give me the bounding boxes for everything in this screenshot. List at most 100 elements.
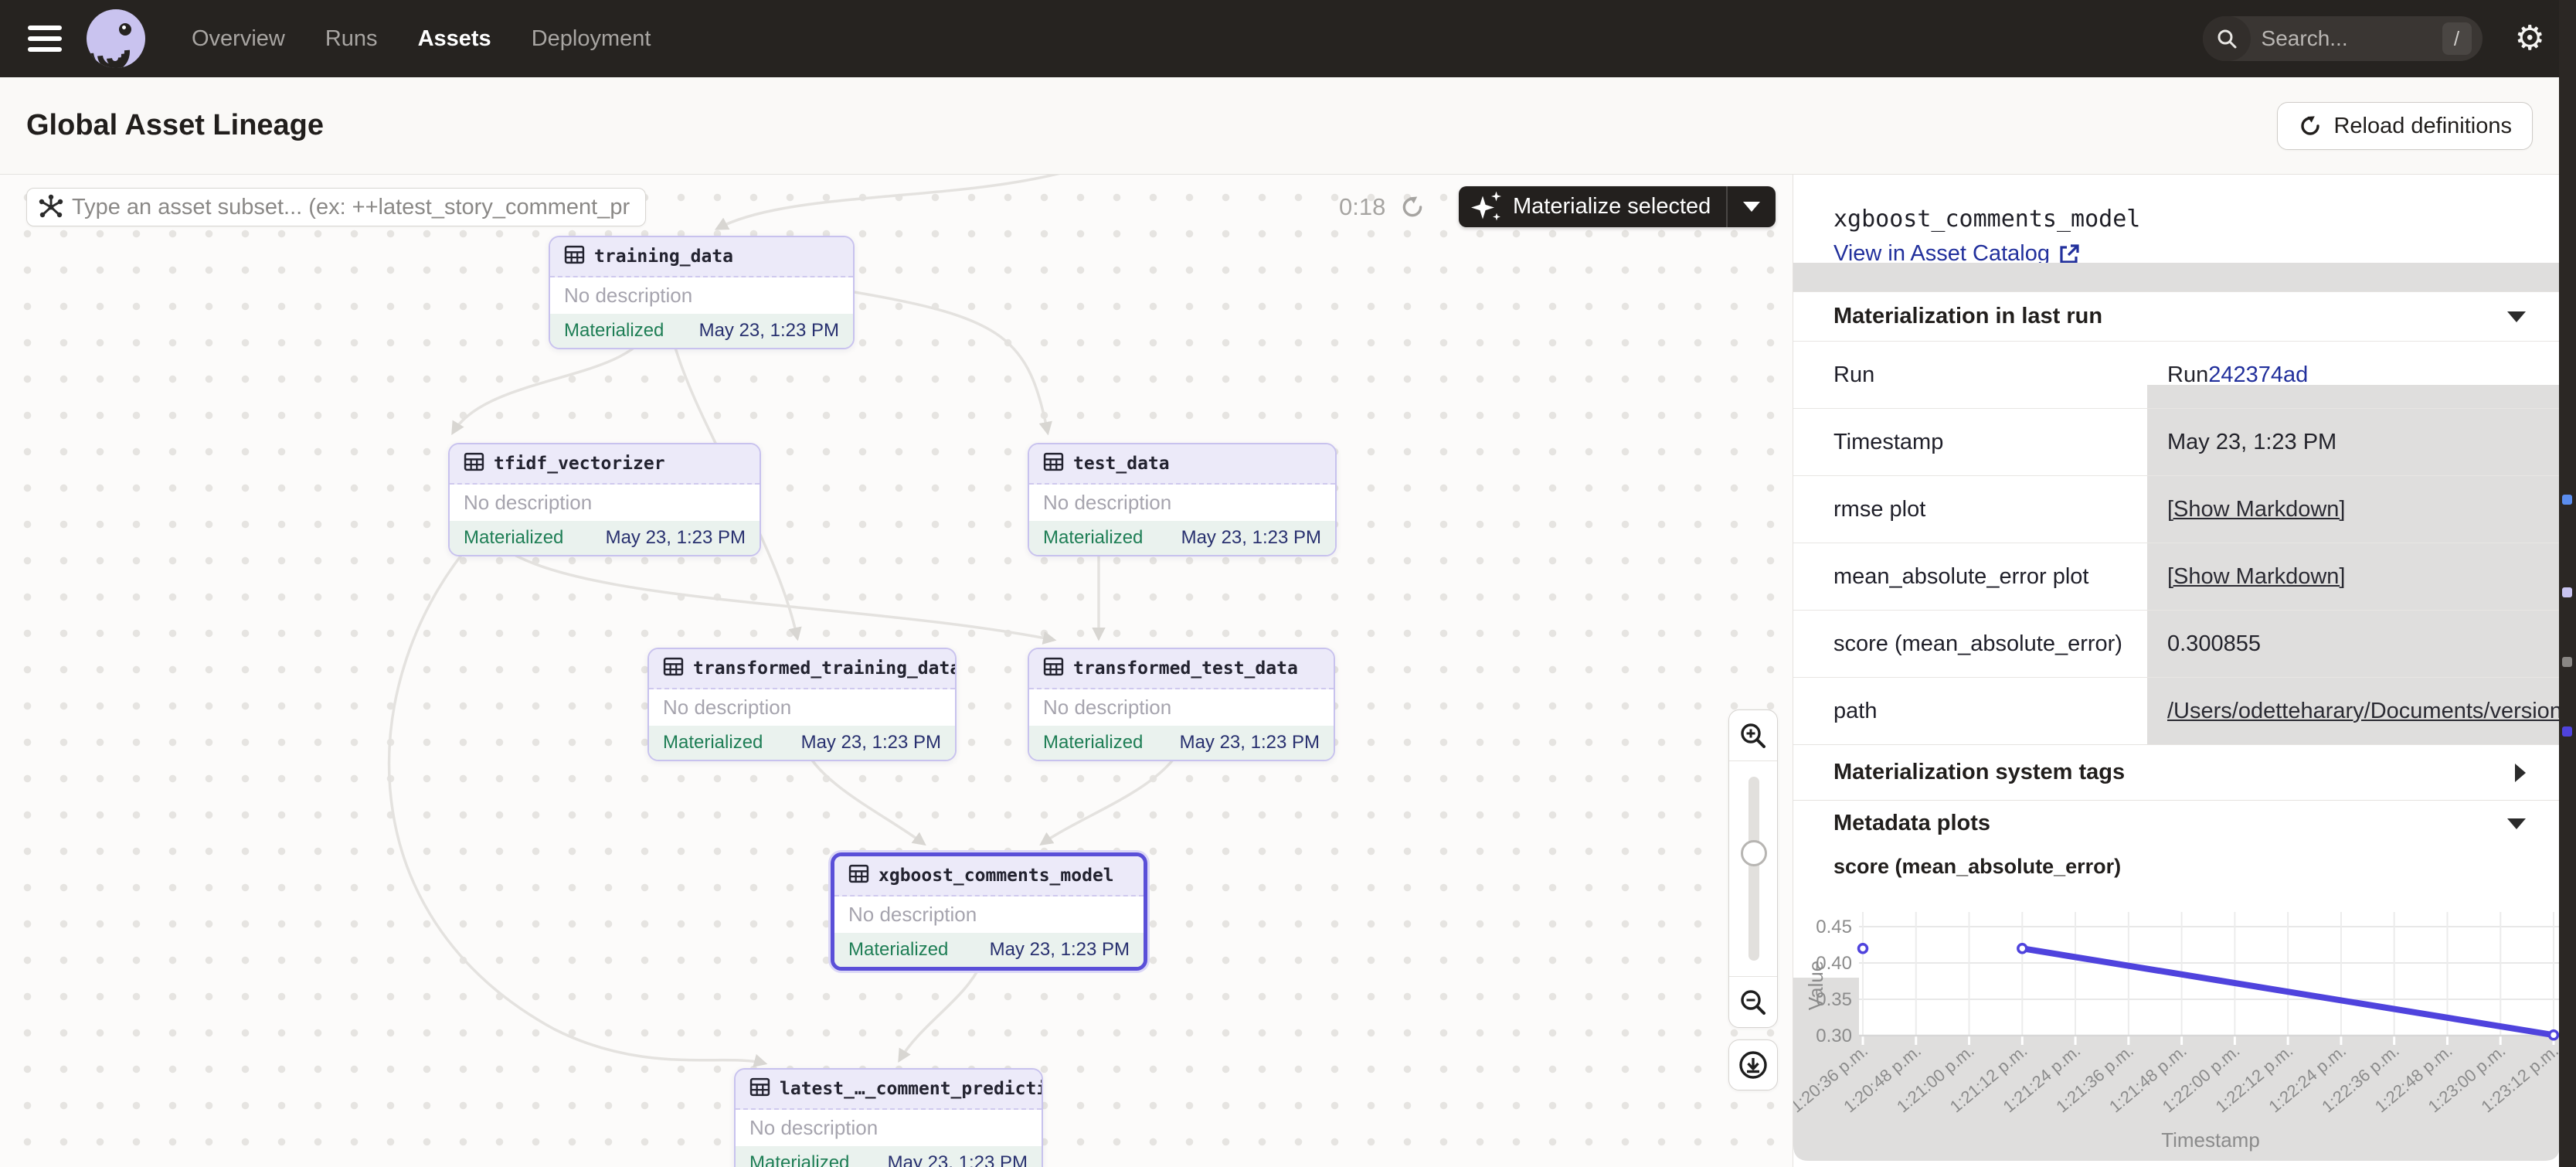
external-link-icon — [2058, 243, 2081, 266]
page-header: Global Asset Lineage Reload definitions — [0, 77, 2576, 175]
metadata-value: 0.300855 — [2147, 611, 2559, 677]
asset-node-title: training_data — [594, 247, 733, 267]
nav-item-assets[interactable]: Assets — [418, 26, 491, 52]
table-row: mean_absolute_error plot [Show Markdown] — [1793, 543, 2559, 610]
asset-node-description: No description — [736, 1110, 1042, 1146]
download-graph-button[interactable] — [1728, 1039, 1778, 1090]
asset-status-badge: Materialized — [848, 939, 948, 961]
asset-node-title: xgboost_comments_model — [878, 866, 1114, 886]
chevron-down-icon — [2507, 818, 2526, 829]
table-icon — [749, 1077, 770, 1101]
asset-node-xgboost_comments_model[interactable]: xgboost_comments_modelNo descriptionMate… — [831, 852, 1147, 971]
reload-definitions-button[interactable]: Reload definitions — [2277, 102, 2533, 150]
svg-text:0.45: 0.45 — [1816, 917, 1852, 937]
nav-item-runs[interactable]: Runs — [325, 26, 378, 52]
metadata-link[interactable]: [Show Markdown] — [2167, 497, 2346, 522]
table-icon — [1043, 656, 1064, 681]
table-row: rmse plot [Show Markdown] — [1793, 475, 2559, 543]
metadata-value[interactable]: Run 242374ad — [2147, 342, 2559, 408]
section-system-tags[interactable]: Materialization system tags — [1793, 744, 2559, 800]
table-icon — [1043, 451, 1064, 476]
edge-training_data-to-test_data — [855, 292, 1048, 433]
dagster-logo[interactable] — [87, 9, 145, 68]
table-row: path/Users/odetteharary/Documents/versio… — [1793, 677, 2559, 744]
metadata-value[interactable]: /Users/odetteharary/Documents/version — [2147, 678, 2559, 744]
metadata-label: score (mean_absolute_error) — [1793, 611, 2147, 677]
asset-materialized-time: May 23, 1:23 PM — [888, 1152, 1028, 1167]
metadata-label: rmse plot — [1793, 476, 2147, 543]
asset-node-latest_…_comment_predictions[interactable]: latest_…_comment_predictions No descripti… — [734, 1068, 1043, 1167]
score-line-chart: 0.300.350.400.451:20:36 p.m.1:20:48 p.m.… — [1793, 889, 2559, 1161]
chevron-down-icon — [2507, 311, 2526, 322]
metadata-link[interactable]: [Show Markdown] — [2167, 564, 2346, 590]
edge-xgboost_comments_model-to-latest_…_comment_predictions — [899, 960, 983, 1060]
table-row: score (mean_absolute_error)0.300855 — [1793, 610, 2559, 677]
asset-graph-icon — [38, 194, 64, 220]
metadata-label: mean_absolute_error plot — [1793, 543, 2147, 610]
materialize-selected-button[interactable]: Materialize selected — [1459, 186, 1776, 227]
search-input[interactable] — [2251, 26, 2442, 51]
horizontal-scrollbar-track[interactable] — [1793, 263, 2559, 291]
asset-status-badge: Materialized — [1043, 732, 1143, 754]
edge-external-to-training_data — [717, 175, 1105, 229]
metadata-value[interactable]: [Show Markdown] — [2147, 476, 2559, 543]
metadata-label: Run — [1793, 342, 2147, 408]
asset-node-tfidf_vectorizer[interactable]: tfidf_vectorizerNo descriptionMaterializ… — [448, 443, 761, 556]
asset-node-transformed_test_data[interactable]: transformed_test_dataNo descriptionMater… — [1028, 648, 1335, 761]
svg-text:Timestamp: Timestamp — [2161, 1128, 2260, 1152]
asset-node-description: No description — [1029, 485, 1335, 521]
materialize-options-caret[interactable] — [1728, 186, 1776, 227]
nav-items: Overview Runs Assets Deployment — [192, 26, 651, 52]
global-search[interactable]: / — [2203, 16, 2483, 61]
asset-subset-input[interactable] — [64, 195, 645, 220]
page-title: Global Asset Lineage — [26, 109, 324, 142]
refresh-icon[interactable] — [1399, 194, 1426, 220]
run-id-link[interactable]: 242374ad — [2208, 362, 2308, 388]
asset-node-title: latest_…_comment_predictions — [780, 1079, 1043, 1099]
asset-status-badge: Materialized — [749, 1152, 849, 1167]
chevron-right-icon — [2515, 764, 2526, 782]
metadata-plot-title: score (mean_absolute_error) — [1833, 855, 2121, 879]
asset-materialized-time: May 23, 1:23 PM — [606, 527, 746, 549]
asset-materialized-time: May 23, 1:23 PM — [1181, 527, 1321, 549]
window-edge — [2559, 0, 2576, 1167]
asset-node-description: No description — [649, 689, 955, 726]
search-icon — [2203, 16, 2251, 61]
metadata-value: May 23, 1:23 PM — [2147, 409, 2559, 475]
refresh-timer: 0:18 — [1339, 188, 1426, 226]
asset-node-description: No description — [450, 485, 760, 521]
section-materialization-last-run[interactable]: Materialization in last run — [1793, 291, 2559, 341]
table-row: RunRun 242374ad — [1793, 341, 2559, 408]
asset-node-test_data[interactable]: test_dataNo descriptionMaterializedMay 2… — [1028, 443, 1337, 556]
gear-icon[interactable]: ⚙ — [2515, 22, 2545, 56]
asset-materialized-time: May 23, 1:23 PM — [801, 732, 941, 754]
table-icon — [848, 863, 869, 888]
zoom-slider-handle[interactable] — [1741, 840, 1767, 866]
svg-text:Value: Value — [1804, 961, 1827, 1011]
asset-node-description: No description — [550, 277, 853, 314]
asset-status-badge: Materialized — [1043, 527, 1143, 549]
section-metadata-plots[interactable]: Metadata plots — [1793, 800, 2559, 846]
asset-node-description: No description — [1029, 689, 1334, 726]
zoom-slider[interactable] — [1729, 761, 1777, 976]
search-shortcut-badge: / — [2442, 22, 2472, 55]
asset-node-transformed_training_data[interactable]: transformed_training_dataNo descriptionM… — [647, 648, 957, 761]
zoom-in-button[interactable] — [1729, 710, 1777, 761]
table-row: TimestampMay 23, 1:23 PM — [1793, 408, 2559, 475]
zoom-out-button[interactable] — [1729, 976, 1777, 1027]
table-icon — [564, 244, 585, 269]
asset-node-training_data[interactable]: training_dataNo descriptionMaterializedM… — [549, 236, 855, 349]
asset-lineage-canvas[interactable]: training_data No description Materialized M… — [0, 175, 1793, 1167]
hamburger-menu-icon[interactable] — [28, 26, 62, 52]
metadata-value[interactable]: [Show Markdown] — [2147, 543, 2559, 610]
metadata-label: Timestamp — [1793, 409, 2147, 475]
nav-item-overview[interactable]: Overview — [192, 26, 285, 52]
metadata-link[interactable]: /Users/odetteharary/Documents/version — [2167, 699, 2559, 724]
reload-icon — [2298, 114, 2323, 138]
timer-countdown: 0:18 — [1339, 193, 1385, 221]
asset-details-panel: xgboost_comments_model View in Asset Cat… — [1793, 175, 2559, 1167]
asset-materialized-time: May 23, 1:23 PM — [990, 939, 1130, 961]
panel-asset-title: xgboost_comments_model — [1833, 206, 2140, 233]
nav-item-deployment[interactable]: Deployment — [532, 26, 651, 52]
sparkle-icon — [1471, 190, 1505, 224]
